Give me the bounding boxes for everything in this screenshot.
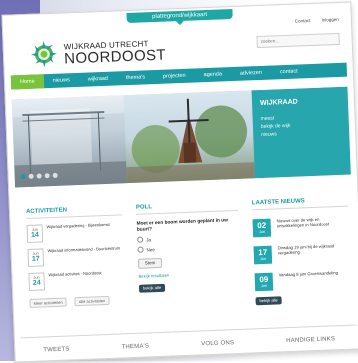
website-screenshot: plattegrond/wijkkaart Contact Inloggen W… xyxy=(1,1,358,363)
news-month: Jun xyxy=(259,256,267,262)
news-text[interactable]: Dinsdag 19 juni bij de wijkraad vergader… xyxy=(278,243,340,255)
poll-option[interactable]: Nee xyxy=(137,243,239,253)
poll-title: POLL xyxy=(135,204,153,211)
activity-day: 17 xyxy=(31,255,40,263)
poll-option-label: Nee xyxy=(146,246,155,252)
poll-option-label: Ja xyxy=(146,236,152,242)
calendar-icon: Jun 17 xyxy=(27,248,45,268)
radio-button[interactable] xyxy=(137,236,144,243)
main-nav: Home nieuws wijkraad thema's projecten a… xyxy=(10,62,348,90)
nav-item-agenda[interactable]: agenda xyxy=(194,67,231,82)
poll-section: POLL Moet er een boom worden geplant in … xyxy=(136,201,241,293)
section-divider xyxy=(252,205,349,211)
more-activities-link[interactable]: Meer activiteiten xyxy=(29,297,67,308)
all-activities-link[interactable]: Alle activiteiten xyxy=(74,295,110,307)
nav-item-adviezen[interactable]: adviezen xyxy=(231,66,272,82)
poll-question: Moet er een boom worden geplant in uw bu… xyxy=(136,218,229,233)
map-ribbon[interactable]: plattegrond/wijkkaart xyxy=(126,8,233,24)
nav-item-themas[interactable]: thema's xyxy=(117,70,155,85)
activity-text[interactable]: Wijkraad vergadering - Bijeenkomst xyxy=(47,222,110,229)
activity-item[interactable]: Jun 24 Wijkraad activiteit - Noordoost xyxy=(28,269,125,291)
news-all-button[interactable]: bekijk alle xyxy=(255,296,282,306)
news-month: Jun xyxy=(260,283,268,289)
slider-dot[interactable] xyxy=(20,174,26,180)
news-text[interactable]: Vandaag 8 juni Groenwandeling xyxy=(279,270,341,277)
slider-dot[interactable] xyxy=(44,173,50,179)
poll-option[interactable]: Ja xyxy=(137,233,239,243)
hero-title: WIJKRAAD xyxy=(259,98,298,107)
news-date-badge: 09 Jun xyxy=(254,272,274,292)
calendar-icon: Jun 24 xyxy=(28,272,46,291)
news-day: 17 xyxy=(258,247,268,258)
slider-dot[interactable] xyxy=(52,172,58,178)
logo-icon[interactable] xyxy=(29,40,58,69)
nav-item-home[interactable]: Home xyxy=(10,74,44,90)
calendar-icon: Jun 14 xyxy=(26,224,44,244)
top-links: Contact Inloggen xyxy=(285,17,339,24)
activity-links: Meer activiteiten Alle activiteiten xyxy=(29,295,125,308)
hero-image-windmill xyxy=(123,90,255,184)
radio-button[interactable] xyxy=(137,246,144,253)
news-section: LAATSTE NIEUWS 02 Jun Nieuws over de wij… xyxy=(252,197,352,306)
activity-text[interactable]: Wijkraad activiteit - Noordoost xyxy=(48,270,101,277)
activity-text[interactable]: Wijkraad informatieavond - Buurtcentrum xyxy=(47,245,120,253)
nav-item-wijkraad[interactable]: wijkraad xyxy=(79,71,118,86)
section-divider xyxy=(26,214,123,220)
slider-dot[interactable] xyxy=(36,173,42,179)
news-date-badge: 02 Jun xyxy=(252,218,272,238)
nav-item-nieuws[interactable]: nieuws xyxy=(43,73,79,88)
footer-tweets[interactable]: TWEETS xyxy=(43,346,70,362)
search-input[interactable]: zoeken... xyxy=(256,32,340,49)
news-title: LAATSTE NIEUWS xyxy=(251,198,305,207)
logo-line-2[interactable]: NOORDOOST xyxy=(64,47,167,68)
news-month: Jun xyxy=(258,229,266,235)
vote-button[interactable]: Stem xyxy=(137,257,163,269)
activity-item[interactable]: Jun 17 Wijkraad informatieavond - Buurtc… xyxy=(27,245,124,268)
hero-line-1: meest xyxy=(260,115,275,122)
poll-all-button[interactable]: bekijk alle xyxy=(138,283,166,293)
hero-info-panel[interactable]: WIJKRAAD meest bekijk de wijk nieuws xyxy=(251,86,351,179)
activity-item[interactable]: Jun 14 Wijkraad vergadering - Bijeenkoms… xyxy=(26,221,124,244)
news-day: 02 xyxy=(257,220,267,231)
activiteiten-section: ACTIVITEITEN Jun 14 Wijkraad vergadering… xyxy=(26,205,126,308)
hero-line-2: bekijk de wijk xyxy=(260,122,291,130)
section-divider xyxy=(136,209,239,215)
activity-day: 14 xyxy=(30,231,39,239)
activiteiten-title: ACTIVITEITEN xyxy=(25,207,68,216)
results-link[interactable]: Bekijk resultaten xyxy=(138,270,240,279)
news-item[interactable]: 09 Jun Vandaag 8 juni Groenwandeling xyxy=(254,270,352,292)
hero-line-3: nieuws xyxy=(261,131,277,138)
top-link-login[interactable]: Inloggen xyxy=(322,17,339,23)
activity-day: 24 xyxy=(32,279,41,287)
hero-slider[interactable]: WIJKRAAD meest bekijk de wijk nieuws xyxy=(11,86,351,188)
news-item[interactable]: 02 Jun Nieuws over de wijk en ontwikkeli… xyxy=(252,216,349,238)
nav-item-contact[interactable]: contact xyxy=(271,64,307,79)
nav-item-projecten[interactable]: projecten xyxy=(154,68,195,84)
top-link-contact[interactable]: Contact xyxy=(295,18,311,24)
news-text[interactable]: Nieuws over de wijk en ontwikkelingen in… xyxy=(276,216,338,229)
ribbon-label: plattegrond/wijkkaart xyxy=(152,11,208,21)
news-item[interactable]: 17 Jun Dinsdag 19 juni bij de wijkraad v… xyxy=(253,243,351,265)
slider-dot[interactable] xyxy=(28,173,34,179)
news-date-badge: 17 Jun xyxy=(253,245,273,265)
